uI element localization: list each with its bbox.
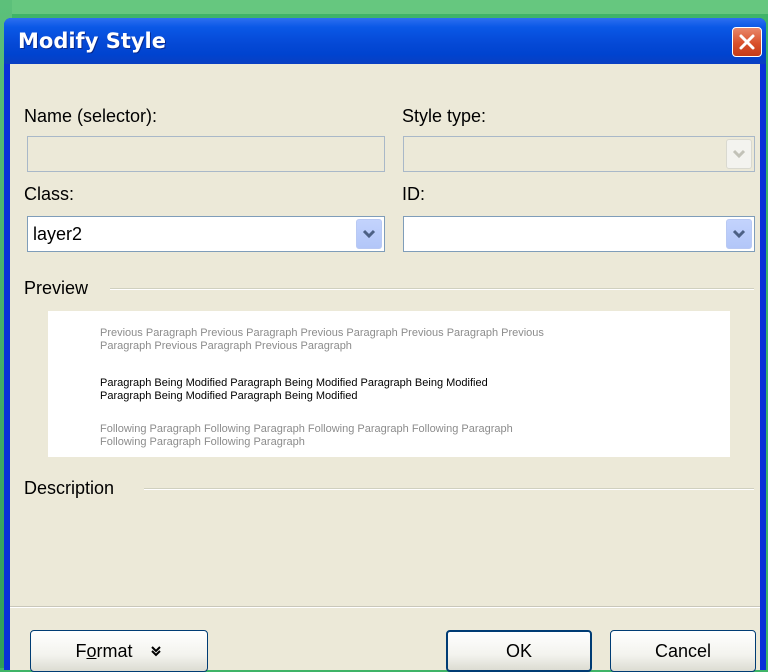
class-label: Class: bbox=[24, 184, 75, 204]
name-selector-label: Name (selector): bbox=[24, 106, 158, 126]
preview-pane: Previous Paragraph Previous Paragraph Pr… bbox=[48, 311, 730, 457]
id-dropdown-button[interactable] bbox=[726, 219, 752, 249]
name-selector-input[interactable] bbox=[27, 136, 385, 172]
double-chevron-down-icon bbox=[150, 646, 161, 657]
description-group-line bbox=[144, 488, 754, 490]
id-select[interactable] bbox=[403, 216, 755, 252]
close-icon bbox=[739, 34, 755, 50]
preview-following-line-1: Following Paragraph Following Paragraph … bbox=[100, 423, 513, 435]
button-separator bbox=[10, 606, 760, 608]
style-type-label: Style type: bbox=[402, 106, 487, 126]
preview-modified-line-1: Paragraph Being Modified Paragraph Being… bbox=[100, 377, 488, 389]
format-button-label: Fo rmat bbox=[75, 640, 133, 661]
preview-previous-line-2: Paragraph Previous Paragraph Previous Pa… bbox=[100, 340, 352, 352]
preview-previous-line-1: Previous Paragraph Previous Paragraph Pr… bbox=[100, 327, 544, 339]
preview-modified-line-2: Paragraph Being Modified Paragraph Being… bbox=[100, 390, 358, 402]
chevron-down-icon bbox=[362, 229, 376, 239]
format-button[interactable]: Fo rmat bbox=[30, 630, 208, 672]
cancel-button[interactable]: Cancel bbox=[610, 630, 756, 672]
class-value: layer2 bbox=[33, 224, 83, 244]
preview-label: Preview bbox=[24, 278, 89, 298]
class-select[interactable]: layer2 bbox=[27, 216, 385, 252]
modify-style-dialog: Modify Style Name (selector): Style type… bbox=[4, 18, 766, 672]
description-label: Description bbox=[24, 478, 115, 498]
preview-following-line-2: Following Paragraph Following Paragraph bbox=[100, 436, 305, 448]
chevron-down-icon bbox=[732, 149, 746, 159]
close-button[interactable] bbox=[732, 27, 762, 57]
style-type-select[interactable] bbox=[403, 136, 755, 172]
id-label: ID: bbox=[402, 184, 426, 204]
chevron-down-icon bbox=[732, 229, 746, 239]
desktop-background-top bbox=[0, 0, 768, 14]
preview-group-line bbox=[110, 288, 754, 290]
dialog-body: Name (selector): Style type: Class: ID: … bbox=[10, 64, 760, 672]
title-bar[interactable]: Modify Style bbox=[4, 18, 766, 64]
ok-button[interactable]: OK bbox=[446, 630, 592, 672]
dialog-title: Modify Style bbox=[18, 29, 166, 53]
style-type-dropdown-button[interactable] bbox=[726, 139, 752, 169]
class-dropdown-button[interactable] bbox=[356, 219, 382, 249]
